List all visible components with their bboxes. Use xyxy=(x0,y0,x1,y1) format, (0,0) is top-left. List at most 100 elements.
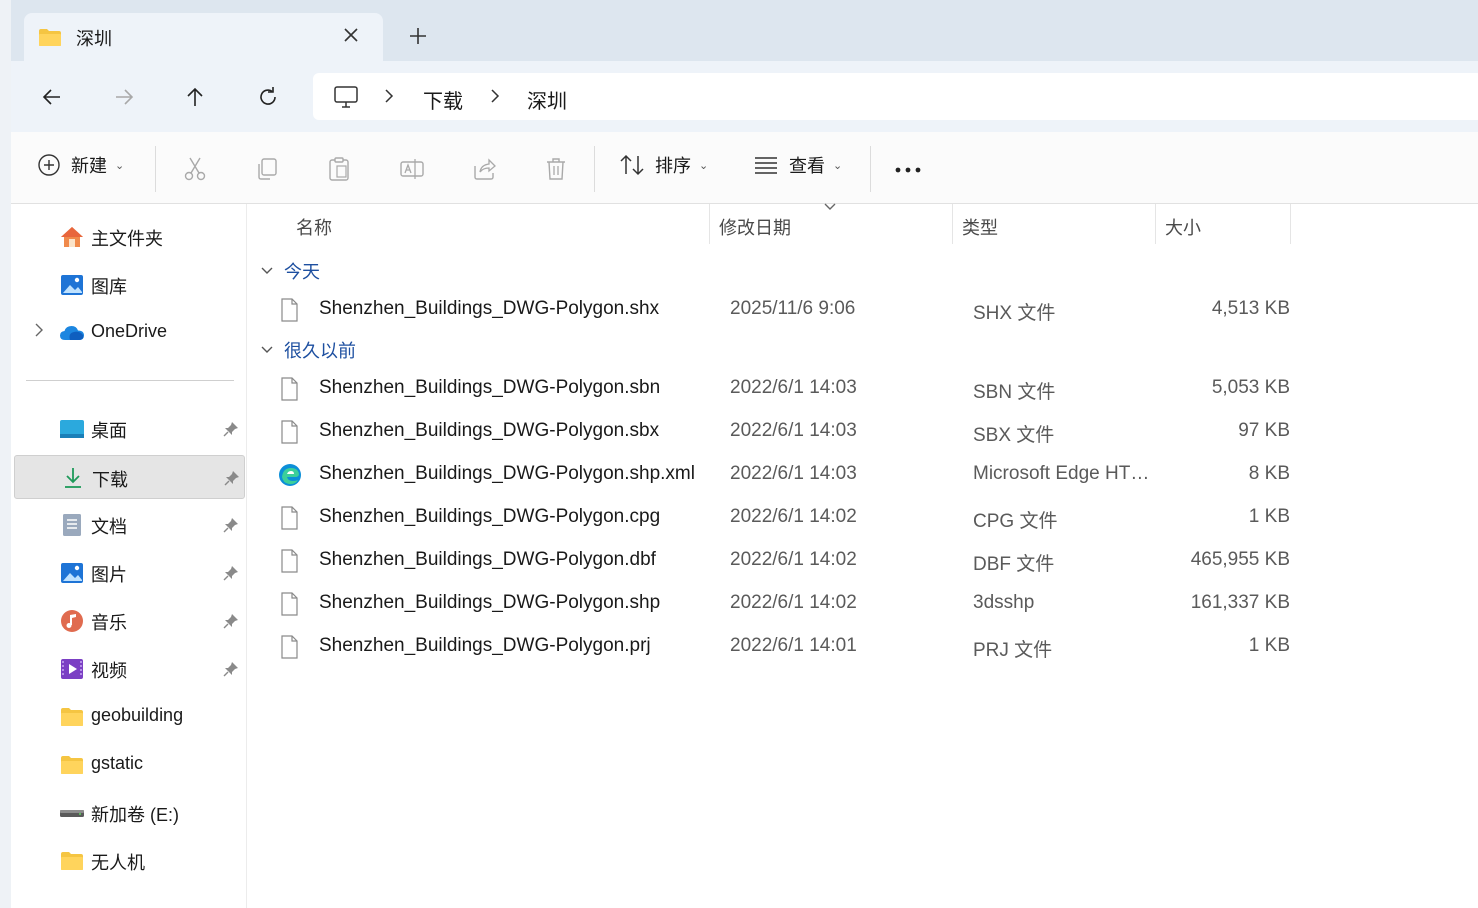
column-header-date[interactable]: 修改日期 xyxy=(719,214,791,240)
music-icon xyxy=(59,609,85,633)
file-date: 2022/6/1 14:02 xyxy=(730,549,857,570)
file-row[interactable]: Shenzhen_Buildings_DWG-Polygon.shp.xml 2… xyxy=(278,455,1328,495)
file-date: 2022/6/1 14:03 xyxy=(730,463,857,484)
sidebar-item-documents[interactable]: 文档 xyxy=(14,503,245,547)
window-left-edge xyxy=(0,0,11,908)
sidebar-item-pictures[interactable]: 图片 xyxy=(14,551,245,595)
plus-icon[interactable] xyxy=(404,22,432,50)
cut-icon[interactable] xyxy=(183,156,207,187)
file-size: 1 KB xyxy=(1248,506,1290,527)
sidebar-item-drone[interactable]: 无人机 xyxy=(14,839,245,883)
computer-icon[interactable] xyxy=(333,85,359,114)
column-header-name[interactable]: 名称 xyxy=(296,214,332,240)
sidebar-item-gallery[interactable]: 图库 xyxy=(14,263,245,307)
group-header-long-ago[interactable]: 很久以前 xyxy=(260,337,356,363)
chevron-right-icon[interactable] xyxy=(383,88,395,109)
more-options-icon[interactable] xyxy=(894,162,922,180)
close-icon[interactable] xyxy=(339,23,363,47)
new-label: 新建 xyxy=(71,156,107,176)
sidebar-item-gstatic[interactable]: gstatic xyxy=(14,743,245,787)
sidebar-item-music[interactable]: 音乐 xyxy=(14,599,245,643)
sidebar-item-label: 无人机 xyxy=(91,853,145,873)
file-date: 2022/6/1 14:02 xyxy=(730,592,857,613)
sidebar-item-desktop[interactable]: 桌面 xyxy=(14,407,245,451)
sidebar-item-downloads[interactable]: 下载 xyxy=(14,455,245,499)
sidebar-item-onedrive[interactable]: OneDrive xyxy=(14,311,245,355)
file-list: 名称 修改日期 类型 大小 今天 Shenzhen_Buildings_DWG-… xyxy=(248,202,1478,908)
column-divider[interactable] xyxy=(952,204,953,244)
refresh-button[interactable] xyxy=(250,81,286,113)
chevron-right-icon[interactable] xyxy=(34,323,44,341)
file-row[interactable]: Shenzhen_Buildings_DWG-Polygon.shx 2025/… xyxy=(278,290,1328,330)
tab-bar: 深圳 xyxy=(11,0,1478,61)
sidebar-item-label: 视频 xyxy=(91,661,127,681)
column-header-type[interactable]: 类型 xyxy=(962,214,998,240)
folder-icon xyxy=(59,849,85,873)
paste-icon[interactable] xyxy=(327,156,351,187)
file-icon xyxy=(278,420,300,444)
cloud-icon xyxy=(59,321,85,345)
column-divider[interactable] xyxy=(1290,204,1291,244)
pin-icon[interactable] xyxy=(223,661,239,677)
gallery-icon xyxy=(59,273,85,297)
file-name: Shenzhen_Buildings_DWG-Polygon.sbn xyxy=(319,377,661,398)
file-row[interactable]: Shenzhen_Buildings_DWG-Polygon.prj 2022/… xyxy=(278,627,1328,667)
file-size: 1 KB xyxy=(1248,635,1290,656)
sidebar-item-label: 音乐 xyxy=(91,613,127,633)
sidebar-item-home[interactable]: 主文件夹 xyxy=(14,215,245,259)
file-row[interactable]: Shenzhen_Buildings_DWG-Polygon.sbx 2022/… xyxy=(278,412,1328,452)
chevron-right-icon[interactable] xyxy=(489,88,501,109)
sidebar-item-label: geobuilding xyxy=(91,705,184,725)
sort-button[interactable]: 排序 ⌄ xyxy=(619,152,708,178)
drive-icon xyxy=(59,801,85,825)
delete-icon[interactable] xyxy=(544,156,568,187)
file-explorer-window: 深圳 下载 深圳 新建 ⌄ 排序 ⌄ 查看 ⌄ 主文件夹 图库 OneDrive… xyxy=(11,0,1478,908)
file-row[interactable]: Shenzhen_Buildings_DWG-Polygon.sbn 2022/… xyxy=(278,369,1328,409)
share-icon[interactable] xyxy=(471,156,497,187)
pin-icon[interactable] xyxy=(223,421,239,437)
breadcrumb-item[interactable]: 下载 xyxy=(423,85,463,114)
group-label: 很久以前 xyxy=(284,341,356,361)
pin-icon[interactable] xyxy=(223,517,239,533)
arrow-right-icon xyxy=(116,89,134,105)
home-icon xyxy=(59,225,85,249)
group-header-today[interactable]: 今天 xyxy=(260,258,320,284)
file-size: 97 KB xyxy=(1238,420,1290,441)
file-row[interactable]: Shenzhen_Buildings_DWG-Polygon.cpg 2022/… xyxy=(278,498,1328,538)
sidebar-divider xyxy=(26,380,234,381)
pin-icon[interactable] xyxy=(223,613,239,629)
pin-icon[interactable] xyxy=(223,565,239,581)
rename-icon[interactable] xyxy=(399,156,425,187)
up-button[interactable] xyxy=(177,81,213,113)
sidebar-item-videos[interactable]: 视频 xyxy=(14,647,245,691)
address-bar[interactable]: 下载 深圳 xyxy=(313,73,1478,120)
column-divider[interactable] xyxy=(1155,204,1156,244)
file-icon xyxy=(278,592,300,616)
edge-icon xyxy=(278,463,301,487)
navigation-pane: 主文件夹 图库 OneDrive 桌面 下载 文档 图片 音乐 视频 geobu… xyxy=(11,204,247,908)
file-row[interactable]: Shenzhen_Buildings_DWG-Polygon.shp 2022/… xyxy=(278,584,1328,624)
file-row[interactable]: Shenzhen_Buildings_DWG-Polygon.dbf 2022/… xyxy=(278,541,1328,581)
file-name: Shenzhen_Buildings_DWG-Polygon.shx xyxy=(319,298,660,319)
sidebar-item-geobuilding[interactable]: geobuilding xyxy=(14,695,245,739)
column-divider[interactable] xyxy=(709,204,710,244)
sort-descending-icon xyxy=(823,202,837,215)
sidebar-item-drive-e[interactable]: 新加卷 (E:) xyxy=(14,791,245,835)
pin-icon[interactable] xyxy=(224,470,240,486)
folder-icon xyxy=(59,705,85,729)
file-date: 2025/11/6 9:06 xyxy=(730,298,856,319)
view-label: 查看 xyxy=(789,156,825,176)
new-button[interactable]: 新建 ⌄ xyxy=(37,152,124,178)
view-button[interactable]: 查看 ⌄ xyxy=(753,152,842,178)
back-button[interactable] xyxy=(34,81,70,113)
arrow-left-icon xyxy=(42,89,60,105)
copy-icon[interactable] xyxy=(255,156,279,187)
file-type: SBX 文件 xyxy=(973,425,1055,446)
forward-button[interactable] xyxy=(106,81,142,113)
breadcrumb-item[interactable]: 深圳 xyxy=(527,85,567,114)
file-size: 161,337 KB xyxy=(1190,592,1290,613)
tab-shenzhen[interactable]: 深圳 xyxy=(24,13,383,61)
file-name: Shenzhen_Buildings_DWG-Polygon.shp.xml xyxy=(319,463,695,484)
download-icon xyxy=(60,466,86,490)
column-header-size[interactable]: 大小 xyxy=(1165,214,1201,240)
